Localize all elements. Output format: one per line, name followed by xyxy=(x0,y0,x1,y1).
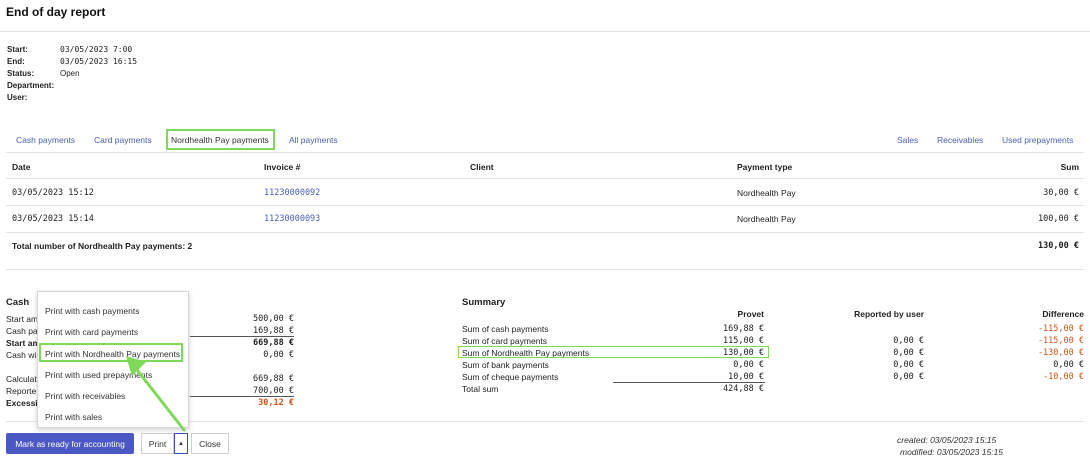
row1-sum: 30,00 € xyxy=(1043,188,1079,198)
summary-title: Summary xyxy=(462,297,506,308)
menu-print-sales[interactable]: Print with sales xyxy=(45,412,102,422)
row-divider xyxy=(6,205,1084,206)
print-button[interactable]: Print xyxy=(141,433,174,454)
cash-total-line xyxy=(190,396,294,397)
title-divider xyxy=(0,31,1090,32)
page-title: End of day report xyxy=(6,5,106,19)
row2-date: 03/05/2023 15:14 xyxy=(12,214,94,224)
row2-payment-type: Nordhealth Pay xyxy=(737,214,796,224)
cash-subtotal-line xyxy=(190,336,294,337)
col-header-client: Client xyxy=(470,162,494,172)
col-header-payment-type: Payment type xyxy=(737,162,793,172)
close-button[interactable]: Close xyxy=(191,433,229,454)
tab-all-payments[interactable]: All payments xyxy=(289,135,338,145)
total-count-label: Total number of Nordhealth Pay payments:… xyxy=(12,241,193,251)
tab-card-payments[interactable]: Card payments xyxy=(94,135,152,145)
print-dropdown-toggle[interactable]: ▲ xyxy=(174,433,188,454)
info-department: Department: xyxy=(7,81,55,90)
created-timestamp: created: 03/05/2023 15:15 xyxy=(897,435,997,445)
summary-total-line xyxy=(613,382,765,383)
modified-timestamp: modified: 03/05/2023 15:15 xyxy=(900,447,1004,457)
row1-invoice-link[interactable]: 11230000092 xyxy=(264,188,320,198)
tab-used-prepayments[interactable]: Used prepayments xyxy=(1002,135,1073,145)
row1-date: 03/05/2023 15:12 xyxy=(12,188,94,198)
annotation-arrow-icon xyxy=(126,356,186,432)
col-header-invoice: Invoice # xyxy=(264,162,301,172)
info-status: Status: Open xyxy=(7,69,80,78)
row1-payment-type: Nordhealth Pay xyxy=(737,188,796,198)
menu-print-card-payments[interactable]: Print with card payments xyxy=(45,327,138,337)
menu-print-cash-payments[interactable]: Print with cash payments xyxy=(45,306,139,316)
active-tab-highlight xyxy=(166,129,275,150)
info-start: Start: 03/05/2023 7:00 xyxy=(7,45,133,54)
menu-print-receivables[interactable]: Print with receivables xyxy=(45,391,125,401)
row2-invoice-link[interactable]: 11230000093 xyxy=(264,214,320,224)
tabs-divider xyxy=(6,152,1084,153)
tab-sales[interactable]: Sales xyxy=(897,135,918,145)
tab-cash-payments[interactable]: Cash payments xyxy=(16,135,75,145)
row-divider xyxy=(6,232,1084,233)
nordhealth-sum-highlight xyxy=(458,346,769,358)
mark-ready-button[interactable]: Mark as ready for accounting xyxy=(6,433,134,454)
caret-up-icon: ▲ xyxy=(178,440,184,447)
info-end: End: 03/05/2023 16:15 xyxy=(7,57,138,66)
tab-receivables[interactable]: Receivables xyxy=(937,135,983,145)
row2-sum: 100,00 € xyxy=(1038,214,1079,224)
total-sum: 130,00 € xyxy=(1038,241,1079,251)
info-user: User: xyxy=(7,93,28,102)
table-bottom-divider xyxy=(6,269,1084,270)
col-header-date: Date xyxy=(12,162,31,172)
col-header-sum: Sum xyxy=(1060,162,1079,172)
header-divider xyxy=(6,178,1084,179)
cash-title: Cash xyxy=(6,297,30,308)
